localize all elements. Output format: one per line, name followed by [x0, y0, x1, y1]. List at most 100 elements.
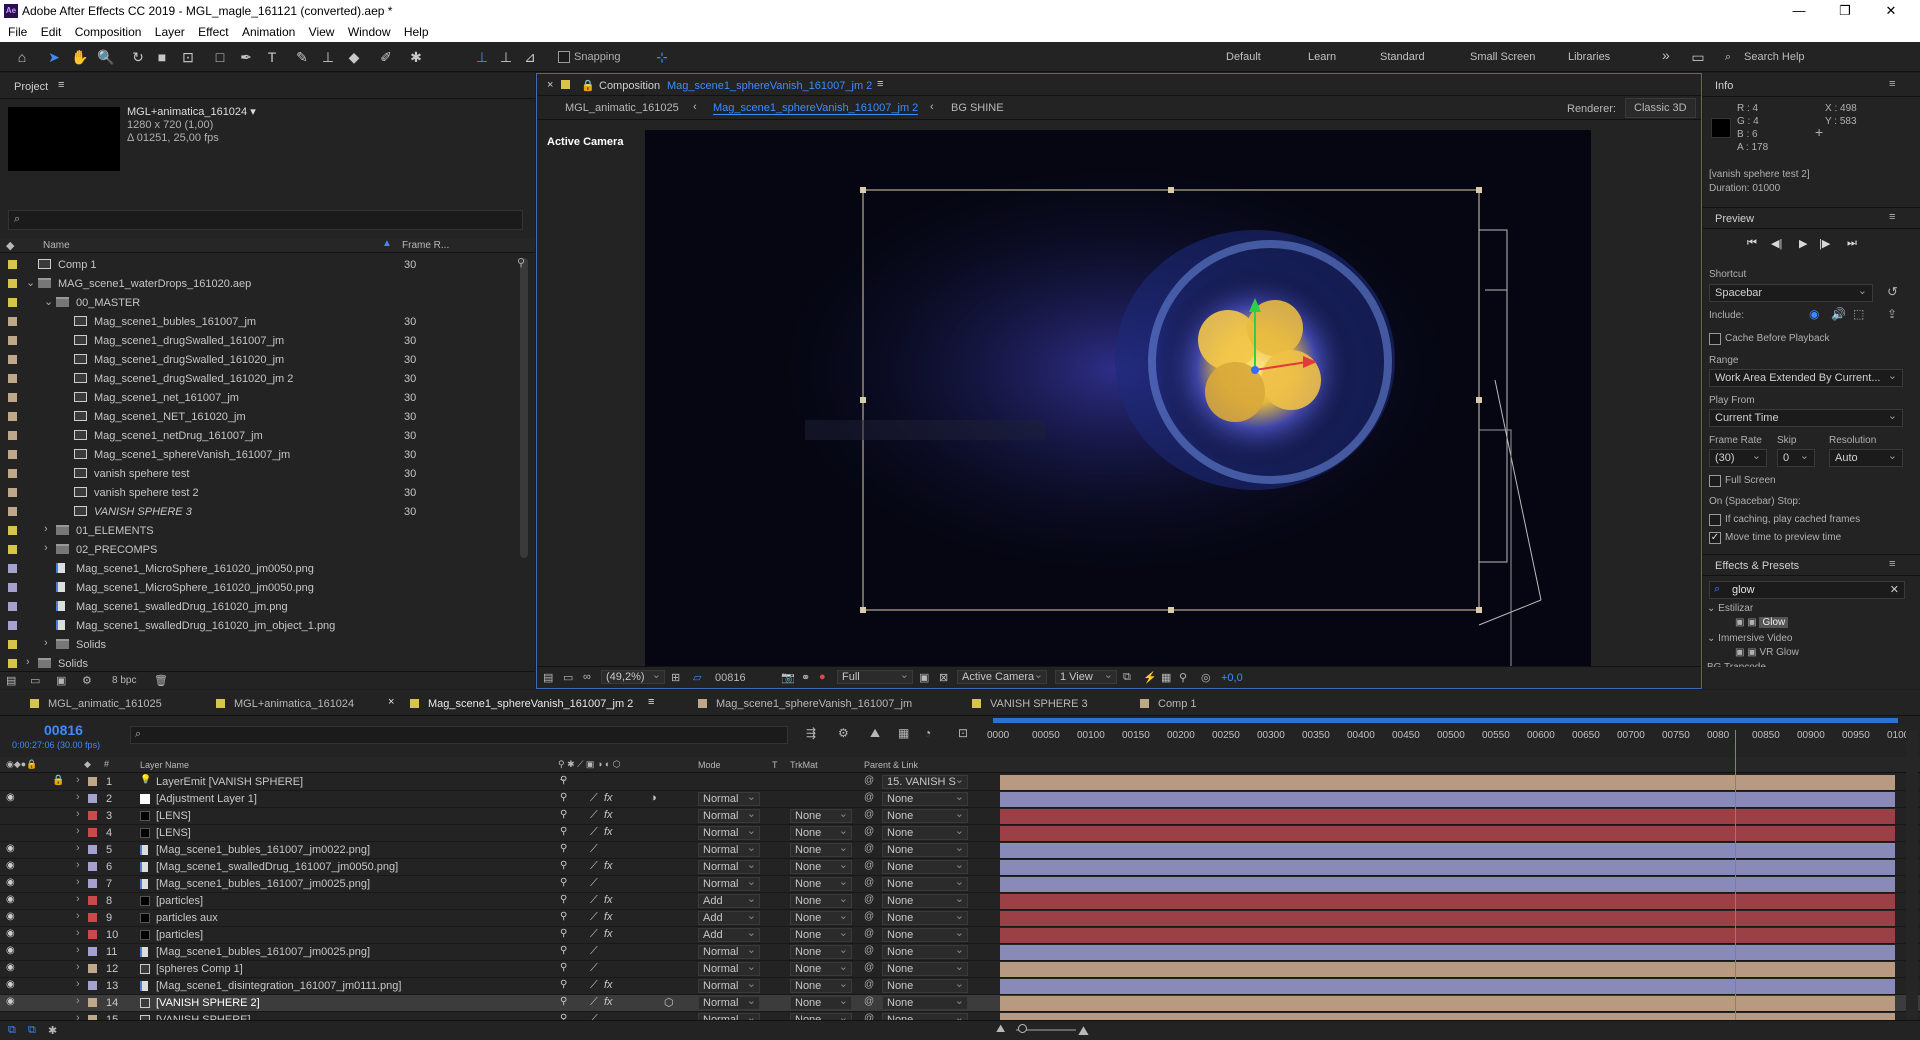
- parent-dropdown[interactable]: 15. VANISH S: [882, 774, 968, 789]
- expand-layer-arrow-icon[interactable]: ›: [76, 978, 80, 990]
- layer-switches-toggle-icon[interactable]: ⧉: [8, 1024, 16, 1037]
- project-item-row[interactable]: VANISH SPHERE 3 30: [0, 502, 516, 521]
- motion-blur-icon[interactable]: ◔: [924, 726, 931, 740]
- panel-menu-icon[interactable]: ≡: [1889, 558, 1895, 570]
- vr-icon[interactable]: ▭: [563, 671, 573, 684]
- shy-switch-icon[interactable]: ⚲: [560, 894, 567, 905]
- composition-viewer[interactable]: [645, 130, 1591, 666]
- layer-duration-bar[interactable]: [1000, 860, 1895, 875]
- label-color-swatch[interactable]: [88, 845, 97, 854]
- pick-whip-icon[interactable]: @: [864, 996, 874, 1007]
- label-color-swatch[interactable]: [8, 526, 17, 535]
- shy-switch-icon[interactable]: ⚲: [560, 928, 567, 939]
- label-color-swatch[interactable]: [88, 777, 97, 786]
- quality-switch-icon[interactable]: ⟋: [590, 809, 598, 822]
- expand-layer-arrow-icon[interactable]: ›: [76, 927, 80, 939]
- renderer-button[interactable]: Classic 3D: [1625, 98, 1696, 118]
- expand-layer-arrow-icon[interactable]: ›: [76, 944, 80, 956]
- mode-dropdown[interactable]: Normal: [698, 842, 760, 857]
- effects-presets-tab[interactable]: Effects & Presets: [1715, 560, 1799, 572]
- mask-visibility-icon[interactable]: ∞: [583, 671, 591, 683]
- parent-dropdown[interactable]: None: [882, 859, 968, 874]
- layer-name[interactable]: [Mag_scene1_bubles_161007_jm0025.png]: [156, 878, 370, 890]
- pen-tool-icon[interactable]: ✒: [236, 48, 256, 66]
- layer-row[interactable]: ◉ › 12 [spheres Comp 1] ⚲ ⟋ Normal None @ None: [0, 961, 1920, 978]
- quality-switch-icon[interactable]: ⟋: [590, 843, 598, 856]
- close-tab-icon[interactable]: ×: [547, 79, 553, 91]
- name-column-header[interactable]: Name: [43, 240, 70, 251]
- project-scrollbar[interactable]: [520, 258, 528, 558]
- puppet-tool-icon[interactable]: ✱: [406, 48, 426, 66]
- quality-switch-icon[interactable]: ⟋: [590, 945, 598, 958]
- mode-dropdown[interactable]: Normal: [698, 825, 760, 840]
- transparency-grid-icon[interactable]: ▱: [693, 671, 701, 684]
- project-item-row[interactable]: Mag_scene1_swalledDrug_161020_jm_object_…: [0, 616, 516, 635]
- collapsed-arrow-icon[interactable]: ›: [44, 523, 48, 535]
- shy-switch-icon[interactable]: ⚲: [560, 996, 567, 1007]
- pick-whip-icon[interactable]: @: [864, 775, 874, 786]
- label-color-swatch[interactable]: [88, 913, 97, 922]
- layer-duration-bar[interactable]: [1000, 996, 1895, 1011]
- effects-group-3[interactable]: BG Trapcode: [1707, 662, 1766, 667]
- rectangle-tool-icon[interactable]: □: [210, 48, 230, 66]
- layer-duration-bar[interactable]: [1000, 911, 1895, 926]
- trkmat-header[interactable]: TrkMat: [790, 760, 818, 770]
- composition-mini-flowchart-icon[interactable]: ⇶: [806, 726, 816, 740]
- layer-name[interactable]: [Mag_scene1_bubles_161007_jm0022.png]: [156, 844, 370, 856]
- crumb-1[interactable]: MGL_animatic_161025: [565, 102, 679, 114]
- parent-dropdown[interactable]: None: [882, 791, 968, 806]
- crumb-3[interactable]: BG SHINE: [951, 102, 1004, 114]
- layer-name[interactable]: [Mag_scene1_disintegration_161007_jm0111…: [156, 980, 401, 992]
- pick-whip-icon[interactable]: @: [864, 860, 874, 871]
- transfer-controls-toggle-icon[interactable]: ⧉: [28, 1024, 36, 1037]
- close-tab-icon[interactable]: ×: [388, 696, 394, 708]
- in-out-toggle-icon[interactable]: ✱: [48, 1024, 57, 1037]
- label-color-swatch[interactable]: [8, 583, 17, 592]
- project-item-row[interactable]: Mag_scene1_bubles_161007_jm 30: [0, 312, 516, 331]
- selection-tool-icon[interactable]: ➤: [44, 48, 64, 66]
- effect-item-1[interactable]: ▣ ▣ Glow: [1735, 617, 1789, 628]
- view-camera-dropdown[interactable]: Active Camera: [957, 669, 1047, 684]
- expand-layer-arrow-icon[interactable]: ›: [76, 995, 80, 1007]
- layer-row[interactable]: ◉ › 8 [particles] ⚲ ⟋ fx Add None @ None: [0, 893, 1920, 910]
- effect-switch-icon[interactable]: fx: [604, 996, 613, 1008]
- label-color-swatch[interactable]: [88, 896, 97, 905]
- expand-layer-arrow-icon[interactable]: ›: [76, 859, 80, 871]
- mode-dropdown[interactable]: Normal: [698, 978, 760, 993]
- parent-dropdown[interactable]: None: [882, 842, 968, 857]
- panel-menu-icon[interactable]: ≡: [877, 78, 883, 90]
- hand-tool-icon[interactable]: ✋: [70, 48, 90, 66]
- t-header[interactable]: T: [772, 760, 778, 770]
- clone-stamp-tool-icon[interactable]: ⊥: [318, 48, 338, 66]
- trkmat-dropdown[interactable]: None: [790, 910, 852, 925]
- project-item-row[interactable]: Comp 1 30: [0, 255, 516, 274]
- layer-row[interactable]: › 3 [LENS] ⚲ ⟋ fx Normal None @ None: [0, 808, 1920, 825]
- pick-whip-icon[interactable]: @: [864, 792, 874, 803]
- zoom-slider-handle[interactable]: [1018, 1024, 1027, 1033]
- external-video-icon[interactable]: ⇪: [1887, 307, 1897, 321]
- new-composition-icon[interactable]: ▣: [56, 674, 66, 687]
- playhead[interactable]: [1735, 730, 1737, 1030]
- project-tab[interactable]: Project: [14, 81, 48, 93]
- label-color-swatch[interactable]: [8, 298, 17, 307]
- magnification-dropdown[interactable]: (49,2%): [601, 669, 665, 684]
- trkmat-dropdown[interactable]: None: [790, 842, 852, 857]
- shy-switch-icon[interactable]: ⚲: [560, 826, 567, 837]
- project-item-row[interactable]: Mag_scene1_drugSwalled_161007_jm 30: [0, 331, 516, 350]
- label-color-swatch[interactable]: [8, 640, 17, 649]
- trkmat-dropdown[interactable]: None: [790, 961, 852, 976]
- layer-row[interactable]: ◉ › 14 [VANISH SPHERE 2] ⚲ ⟋ fx ⬡ Normal None @ Non…: [0, 995, 1920, 1012]
- layer-row[interactable]: ◉ › 5 [Mag_scene1_bubles_161007_jm0022.png]…: [0, 842, 1920, 859]
- pick-whip-icon[interactable]: @: [864, 928, 874, 939]
- shy-switch-icon[interactable]: ⚲: [560, 792, 567, 803]
- label-color-swatch[interactable]: [8, 469, 17, 478]
- shortcut-dropdown[interactable]: Spacebar: [1709, 284, 1873, 302]
- shy-layers-icon[interactable]: ⛰: [870, 726, 880, 741]
- mode-dropdown[interactable]: Normal: [698, 944, 760, 959]
- visibility-eye-icon[interactable]: ◉: [6, 911, 15, 922]
- project-item-row[interactable]: Mag_scene1_sphereVanish_161007_jm 30: [0, 445, 516, 464]
- workspace-standard[interactable]: Standard: [1380, 51, 1425, 63]
- parent-dropdown[interactable]: None: [882, 910, 968, 925]
- home-icon[interactable]: ⌂: [12, 48, 32, 66]
- timeline-scrollbar[interactable]: [1906, 730, 1918, 1030]
